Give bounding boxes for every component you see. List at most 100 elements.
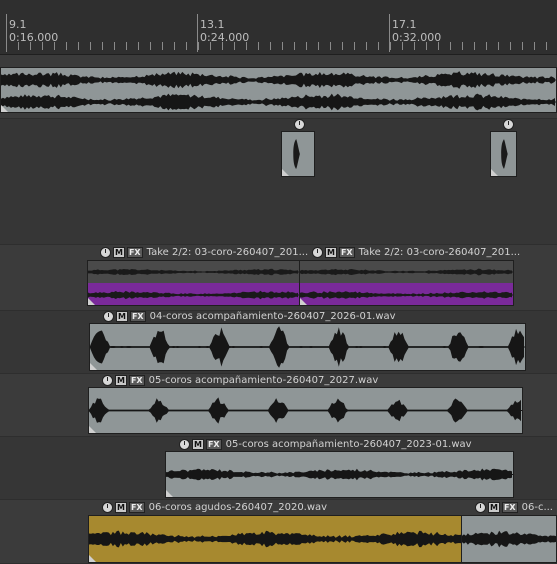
item-corner-handle[interactable]: [1, 105, 8, 112]
item-corner-handle[interactable]: [88, 298, 95, 305]
ruler-tick: [534, 42, 535, 50]
ruler-tick: [102, 42, 103, 50]
ruler-tick: [546, 42, 547, 50]
item-corner-handle[interactable]: [300, 298, 307, 305]
clock-icon[interactable]: [503, 118, 514, 130]
fx-button[interactable]: FX: [205, 438, 222, 450]
clock-icon[interactable]: [475, 501, 486, 513]
item-header: M FX 05-coros acompañamiento-260407_2023…: [179, 437, 472, 451]
ruler-tick: [162, 42, 163, 50]
ruler-tick: [294, 42, 295, 50]
ruler-tick: [258, 42, 259, 50]
item-title: 06-coros agudos-260407_2020.wav: [148, 501, 328, 513]
ruler-tick: [42, 42, 43, 50]
item-title: 05-coros acompañamiento-260407_2027.wav: [148, 374, 379, 386]
ruler-tick: [222, 42, 223, 50]
ruler-tick: [402, 42, 403, 50]
ruler-tick: [354, 42, 355, 50]
ruler-time-label: 0:24.000: [200, 31, 250, 44]
ruler-tick: [126, 42, 127, 50]
audio-item[interactable]: [89, 323, 526, 371]
ruler-tick: [522, 42, 523, 50]
timeline-ruler[interactable]: 9.1 0:16.000 13.1 0:24.000 17.1 0:32.000: [0, 0, 557, 55]
clock-icon[interactable]: [179, 438, 190, 450]
ruler-tick: [138, 42, 139, 50]
item-corner-handle[interactable]: [89, 555, 96, 562]
item-header: M FX 05-coros acompañamiento-260407_2027…: [102, 373, 378, 387]
audio-item[interactable]: [88, 387, 523, 434]
item-title: 05-coros acompañamiento-260407_2023-01.w…: [225, 438, 472, 450]
track-lane[interactable]: [0, 119, 557, 245]
waveform: [88, 290, 299, 300]
mute-button[interactable]: M: [116, 310, 128, 322]
item-corner-handle[interactable]: [282, 169, 289, 176]
mute-button[interactable]: M: [115, 501, 127, 513]
clock-icon[interactable]: [103, 310, 114, 322]
ruler-tick: [198, 42, 199, 50]
ruler-time-label: 0:16.000: [9, 31, 59, 44]
clock-icon[interactable]: [102, 501, 113, 513]
take-item[interactable]: [299, 260, 514, 306]
item-header: M FX 06-coros agudos-260407_2020.wav: [102, 500, 327, 514]
ruler-tick: [330, 42, 331, 50]
mute-button[interactable]: M: [115, 374, 127, 386]
ruler-tick: [342, 42, 343, 50]
item-corner-handle[interactable]: [90, 363, 97, 370]
item-title: 04-coros acompañamiento-260407_2026-01.w…: [149, 310, 396, 322]
fx-button[interactable]: FX: [338, 246, 355, 258]
ruler-tick: [18, 42, 19, 50]
fx-button[interactable]: FX: [128, 374, 145, 386]
audio-item-full[interactable]: [0, 67, 557, 113]
ruler-tick: [66, 42, 67, 50]
item-title: Take 2/2: 03-coro-260407_201...: [146, 246, 309, 258]
audio-item[interactable]: [165, 451, 514, 498]
ruler-tick: [90, 42, 91, 50]
item-corner-handle[interactable]: [166, 490, 173, 497]
audio-item-small[interactable]: [490, 131, 517, 177]
clock-icon[interactable]: [100, 246, 111, 258]
ruler-tick: [366, 42, 367, 50]
ruler-tick: [234, 42, 235, 50]
item-corner-handle[interactable]: [491, 169, 498, 176]
item-header: M FX Take 2/2: 03-coro-260407_201...: [100, 245, 308, 259]
clock-icon[interactable]: [294, 118, 305, 130]
waveform: [89, 530, 462, 548]
ruler-tick: [306, 42, 307, 50]
audio-item[interactable]: [461, 515, 557, 563]
audio-item-small[interactable]: [281, 131, 315, 177]
ruler-tick: [378, 42, 379, 50]
mute-button[interactable]: M: [325, 246, 337, 258]
ruler-bar-label: 17.1: [392, 18, 417, 31]
ruler-bar-label: 9.1: [9, 18, 27, 31]
mute-button[interactable]: M: [113, 246, 125, 258]
ruler-time-label: 0:32.000: [392, 31, 442, 44]
item-header: [294, 117, 305, 131]
ruler-tick: [450, 42, 451, 50]
fx-button[interactable]: FX: [129, 310, 146, 322]
waveform: [300, 268, 513, 276]
item-header: M FX 04-coros acompañamiento-260407_2026…: [103, 309, 396, 323]
waveform: [88, 268, 299, 276]
clock-icon[interactable]: [102, 374, 113, 386]
ruler-tick: [474, 42, 475, 50]
ruler-tick: [438, 42, 439, 50]
clock-icon[interactable]: [312, 246, 323, 258]
waveform: [89, 397, 522, 424]
ruler-tick: [54, 42, 55, 50]
take-item[interactable]: [87, 260, 300, 306]
mute-button[interactable]: M: [192, 438, 204, 450]
mute-button[interactable]: M: [488, 501, 500, 513]
ruler-tick: [510, 42, 511, 50]
ruler-tick: [270, 42, 271, 50]
fx-button[interactable]: FX: [126, 246, 143, 258]
ruler-tick: [486, 42, 487, 50]
waveform: [300, 291, 513, 299]
audio-item-selected[interactable]: [88, 515, 463, 563]
ruler-tick: [6, 42, 7, 50]
ruler-tick: [30, 42, 31, 50]
item-corner-handle[interactable]: [89, 426, 96, 433]
ruler-tick: [150, 42, 151, 50]
item-title: 06-c...: [521, 501, 553, 513]
fx-button[interactable]: FX: [128, 501, 145, 513]
fx-button[interactable]: FX: [501, 501, 518, 513]
